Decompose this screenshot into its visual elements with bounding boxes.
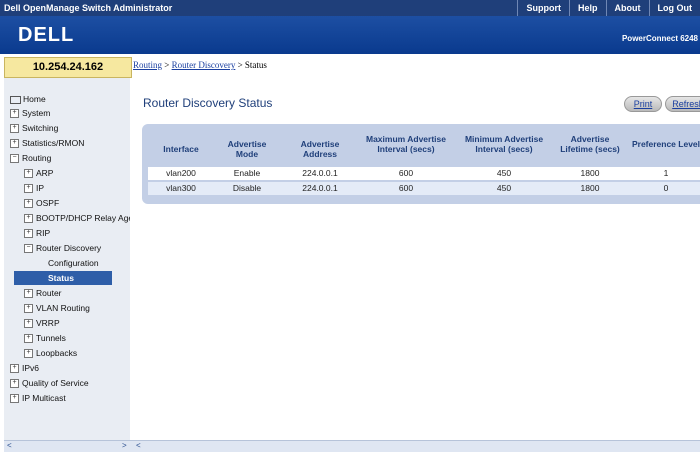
switch-model: PowerConnect 6248: [622, 34, 698, 43]
column-header: Advertise Lifetime (secs): [560, 134, 620, 154]
table-cell: 0: [630, 182, 700, 195]
expand-icon[interactable]: +: [24, 229, 33, 238]
tree-item-switching[interactable]: +Switching: [10, 121, 58, 135]
table-cell: vlan300: [148, 182, 214, 195]
tree-item-configuration[interactable]: Configuration: [48, 256, 99, 270]
table-cell: 224.0.0.1: [286, 167, 354, 180]
expand-icon[interactable]: +: [24, 184, 33, 193]
column-header: Advertise Address: [286, 139, 354, 159]
expand-icon[interactable]: +: [24, 289, 33, 298]
table-cell: 600: [364, 182, 448, 195]
top-bar: Dell OpenManage Switch Administrator Sup…: [0, 0, 700, 16]
brand-banner: DELL PowerConnect 6248: [0, 16, 700, 54]
about-link[interactable]: About: [606, 0, 649, 16]
tree-item-router[interactable]: +Router: [24, 286, 62, 300]
column-header: Preference Level: [630, 139, 700, 149]
expand-icon[interactable]: +: [10, 379, 19, 388]
refresh-button[interactable]: Refresh: [665, 96, 700, 112]
table-cell: vlan200: [148, 167, 214, 180]
dell-logo: DELL: [18, 24, 74, 47]
collapse-icon[interactable]: −: [24, 244, 33, 253]
tree-item-routing[interactable]: −Routing: [10, 151, 51, 165]
app-title: Dell OpenManage Switch Administrator: [4, 3, 172, 13]
table-row: vlan200 Enable 224.0.0.1 600 450 1800 1: [148, 167, 700, 180]
scroll-left-icon[interactable]: <: [7, 441, 12, 450]
top-links: Support Help About Log Out: [517, 0, 700, 16]
sidebar-horizontal-scrollbar[interactable]: < >: [4, 440, 134, 452]
expand-icon[interactable]: +: [10, 394, 19, 403]
table-cell: Disable: [218, 182, 276, 195]
expand-icon[interactable]: +: [10, 364, 19, 373]
tree-item-statistics[interactable]: +Statistics/RMON: [10, 136, 84, 150]
breadcrumb: Routing > Router Discovery > Status: [133, 60, 267, 70]
tree-item-home[interactable]: Home: [10, 92, 46, 106]
tree-item-ipv6[interactable]: +IPv6: [10, 361, 39, 375]
column-header: Minimum Advertise Interval (secs): [462, 134, 546, 154]
expand-icon[interactable]: +: [24, 319, 33, 328]
folder-icon: [10, 96, 21, 104]
tree-item-ip-multicast[interactable]: +IP Multicast: [10, 391, 66, 405]
tree-item-bootp-dhcp[interactable]: +BOOTP/DHCP Relay Agent: [24, 211, 130, 225]
expand-icon[interactable]: +: [10, 109, 19, 118]
navigation-tree: Home +System +Switching +Statistics/RMON…: [4, 78, 130, 440]
breadcrumb-separator: >: [238, 60, 243, 70]
ip-address: 10.254.24.162: [4, 57, 132, 78]
breadcrumb-router-discovery[interactable]: Router Discovery: [172, 60, 236, 70]
expand-icon[interactable]: +: [24, 199, 33, 208]
tree-item-qos[interactable]: +Quality of Service: [10, 376, 89, 390]
expand-icon[interactable]: +: [24, 334, 33, 343]
table-cell: 450: [462, 182, 546, 195]
logout-link[interactable]: Log Out: [649, 0, 700, 16]
expand-icon[interactable]: +: [24, 349, 33, 358]
expand-icon[interactable]: +: [10, 139, 19, 148]
tree-item-vrrp[interactable]: +VRRP: [24, 316, 60, 330]
support-link[interactable]: Support: [517, 0, 569, 16]
tree-item-vlan-routing[interactable]: +VLAN Routing: [24, 301, 90, 315]
expand-icon[interactable]: +: [24, 214, 33, 223]
collapse-icon[interactable]: −: [10, 154, 19, 163]
table-cell: 224.0.0.1: [286, 182, 354, 195]
table-cell: 1800: [560, 167, 620, 180]
page-title: Router Discovery Status: [143, 96, 272, 110]
tree-item-rip[interactable]: +RIP: [24, 226, 50, 240]
table-cell: 1: [630, 167, 700, 180]
tree-item-ospf[interactable]: +OSPF: [24, 196, 59, 210]
tree-item-loopbacks[interactable]: +Loopbacks: [24, 346, 77, 360]
breadcrumb-separator: >: [164, 60, 169, 70]
expand-icon[interactable]: +: [10, 124, 19, 133]
tree-item-ip[interactable]: +IP: [24, 181, 44, 195]
tree-item-status[interactable]: Status: [14, 271, 112, 285]
scroll-left-icon[interactable]: <: [136, 441, 141, 450]
breadcrumb-current: Status: [245, 60, 267, 70]
table-cell: 600: [364, 167, 448, 180]
table-cell: 450: [462, 167, 546, 180]
column-header: Interface: [148, 144, 214, 154]
expand-icon[interactable]: +: [24, 304, 33, 313]
help-link[interactable]: Help: [569, 0, 606, 16]
breadcrumb-routing[interactable]: Routing: [133, 60, 162, 70]
main-horizontal-scrollbar[interactable]: <: [134, 440, 700, 452]
column-header: Advertise Mode: [218, 139, 276, 159]
table-cell: Enable: [218, 167, 276, 180]
status-table: Interface Advertise Mode Advertise Addre…: [142, 124, 700, 204]
table-row: vlan300 Disable 224.0.0.1 600 450 1800 0: [148, 182, 700, 195]
print-button[interactable]: Print: [624, 96, 662, 112]
scroll-right-icon[interactable]: >: [122, 441, 127, 450]
tree-item-router-discovery[interactable]: −Router Discovery: [24, 241, 101, 255]
tree-item-arp[interactable]: +ARP: [24, 166, 53, 180]
table-cell: 1800: [560, 182, 620, 195]
column-header: Maximum Advertise Interval (secs): [364, 134, 448, 154]
tree-item-system[interactable]: +System: [10, 106, 50, 120]
tree-item-tunnels[interactable]: +Tunnels: [24, 331, 66, 345]
expand-icon[interactable]: +: [24, 169, 33, 178]
